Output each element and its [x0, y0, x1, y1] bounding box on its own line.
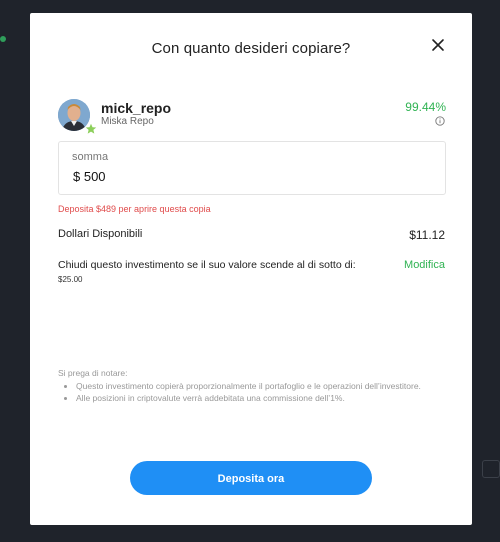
info-icon[interactable]	[435, 116, 445, 126]
copy-modal: Con quanto desideri copiare? mick_repo M…	[30, 13, 472, 525]
edit-stoploss-link[interactable]: Modifica	[404, 259, 445, 271]
backdrop-control	[482, 460, 500, 478]
star-badge-icon	[85, 123, 97, 134]
stoploss-label: Chiudi questo investimento se il suo val…	[58, 259, 356, 271]
list-item: Questo investimento copierà proporzional…	[76, 380, 438, 393]
list-item: Alle posizioni in criptovalute verrà add…	[76, 392, 438, 405]
trader-username[interactable]: mick_repo	[101, 100, 171, 116]
stoploss-value: $25.00	[58, 275, 83, 284]
notes-heading: Si prega di notare:	[58, 368, 128, 378]
deposit-now-button[interactable]: Deposita ora	[130, 461, 372, 495]
modal-title: Con quanto desideri copiare?	[151, 40, 351, 57]
available-funds-value: $11.12	[409, 228, 445, 242]
backdrop-status-dot	[0, 36, 6, 42]
amount-input[interactable]: somma $ 500	[58, 141, 446, 195]
trader-display-name: Miska Repo	[101, 116, 154, 127]
notes-list: Questo investimento copierà proporzional…	[58, 380, 438, 405]
amount-value[interactable]: $ 500	[73, 169, 106, 184]
available-funds-label: Dollari Disponibili	[58, 228, 143, 240]
trader-row: mick_repo Miska Repo 99.44%	[58, 99, 446, 135]
amount-label: somma	[72, 151, 109, 163]
close-icon[interactable]	[430, 37, 446, 53]
deposit-warning: Deposita $489 per aprire questa copia	[58, 204, 211, 214]
trader-gain: 99.44%	[405, 100, 446, 114]
notes: Si prega di notare: Questo investimento …	[58, 367, 438, 405]
